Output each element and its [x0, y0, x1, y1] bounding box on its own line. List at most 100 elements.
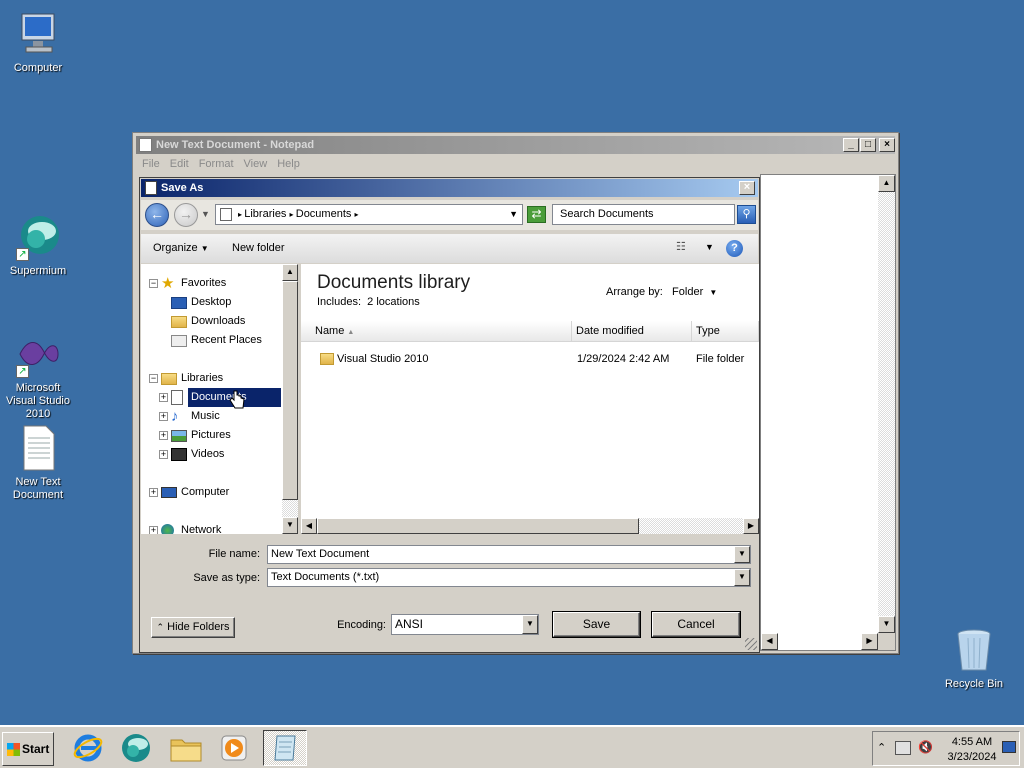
scroll-down-button[interactable]: ▼ — [878, 616, 895, 633]
scroll-up-button[interactable]: ▲ — [878, 175, 895, 192]
expand-icon[interactable]: + — [159, 431, 168, 440]
expand-icon[interactable]: + — [149, 526, 158, 534]
save-button[interactable]: Save — [553, 612, 640, 637]
scroll-up-button[interactable]: ▲ — [282, 264, 298, 281]
notepad-text-area[interactable]: ▲ ▼ ◀ ▶ — [760, 174, 896, 651]
encoding-select[interactable]: ANSI ▼ — [391, 614, 539, 635]
maximize-button[interactable]: □ — [860, 138, 876, 152]
new-folder-button[interactable]: New folder — [232, 242, 285, 254]
star-icon: ★ — [161, 275, 175, 292]
tree-item-downloads[interactable]: Downloads — [141, 312, 281, 331]
column-header-date-modified[interactable]: Date modified — [572, 321, 692, 342]
save-as-title-bar[interactable]: Save As × — [141, 179, 758, 197]
change-view-icon[interactable]: ☷ — [676, 242, 692, 254]
address-dropdown-icon[interactable]: ▼ — [509, 205, 518, 224]
refresh-icon[interactable]: ⇄ — [527, 206, 546, 223]
expand-icon[interactable]: + — [159, 393, 168, 402]
expand-icon[interactable]: + — [159, 450, 168, 459]
menu-format[interactable]: Format — [194, 156, 239, 174]
expand-icon[interactable]: + — [149, 488, 158, 497]
start-button[interactable]: Start — [2, 732, 54, 766]
library-includes[interactable]: Includes: 2 locations — [317, 296, 420, 308]
desktop-icon-computer[interactable]: Computer — [0, 10, 76, 75]
tree-item-pictures[interactable]: + Pictures — [141, 426, 281, 445]
address-bar[interactable]: ▸ Libraries ▸ Documents ▸ ▼ — [215, 204, 523, 225]
notepad-vertical-scrollbar[interactable]: ▲ ▼ — [878, 175, 895, 633]
view-options-dropdown-icon[interactable]: ▼ — [705, 242, 714, 252]
file-list-horizontal-scrollbar[interactable]: ◀ ▶ — [301, 518, 759, 534]
scroll-right-button[interactable]: ▶ — [743, 518, 759, 534]
menu-view[interactable]: View — [239, 156, 273, 174]
scroll-right-button[interactable]: ▶ — [861, 633, 878, 650]
volume-muted-icon[interactable]: 🔇 — [918, 740, 933, 754]
tree-item-network[interactable]: + Network — [141, 521, 281, 534]
search-icon[interactable]: ⚲ — [737, 205, 756, 224]
tree-item-computer[interactable]: + Computer — [141, 483, 281, 502]
back-button[interactable]: ← — [145, 203, 169, 227]
taskbar-internet-explorer[interactable] — [66, 730, 110, 766]
help-icon[interactable]: ? — [726, 240, 743, 257]
file-row[interactable]: Visual Studio 2010 1/29/2024 2:42 AM Fil… — [301, 349, 759, 369]
clock[interactable]: 4:55 AM 3/23/2024 — [945, 735, 999, 765]
menu-file[interactable]: File — [137, 156, 165, 174]
organize-button[interactable]: Organize ▼ — [153, 242, 209, 254]
collapse-icon[interactable]: − — [149, 374, 158, 383]
forward-button[interactable]: → — [174, 203, 198, 227]
taskbar-file-explorer[interactable] — [164, 730, 208, 766]
scroll-thumb[interactable] — [282, 281, 298, 500]
recent-pages-dropdown-icon[interactable]: ▼ — [201, 209, 210, 219]
scroll-down-button[interactable]: ▼ — [282, 517, 298, 534]
close-button[interactable]: × — [879, 138, 895, 152]
breadcrumb-separator-icon[interactable]: ▸ — [354, 210, 358, 219]
encoding-dropdown-icon[interactable]: ▼ — [522, 615, 538, 634]
tree-item-videos[interactable]: + Videos — [141, 445, 281, 464]
tree-item-documents[interactable]: + Documents — [141, 388, 281, 407]
tree-item-music[interactable]: + ♪ Music — [141, 407, 281, 426]
network-status-icon[interactable] — [895, 741, 911, 755]
breadcrumb-documents[interactable]: Documents — [296, 208, 352, 220]
minimize-button[interactable]: _ — [843, 138, 859, 152]
cancel-button[interactable]: Cancel — [652, 612, 740, 637]
file-name-dropdown-icon[interactable]: ▼ — [734, 546, 750, 563]
show-desktop-icon[interactable] — [1002, 741, 1016, 753]
arrange-dropdown-icon[interactable]: ▼ — [709, 288, 717, 297]
menu-edit[interactable]: Edit — [165, 156, 194, 174]
resize-grip[interactable] — [745, 638, 757, 650]
notepad-title-bar[interactable]: New Text Document - Notepad _ □ × — [136, 136, 895, 154]
search-input[interactable]: Search Documents — [552, 204, 735, 225]
tree-item-recent-places[interactable]: Recent Places — [141, 331, 281, 350]
close-button[interactable]: × — [739, 181, 755, 195]
column-header-type[interactable]: Type — [692, 321, 759, 342]
tree-item-desktop[interactable]: Desktop — [141, 293, 281, 312]
desktop-icon-recycle-bin[interactable]: Recycle Bin — [936, 626, 1012, 691]
scroll-left-button[interactable]: ◀ — [301, 518, 317, 534]
file-name-input[interactable]: New Text Document ▼ — [267, 545, 751, 564]
file-list-pane[interactable]: Documents library Includes: 2 locations … — [301, 264, 759, 534]
desktop-icon-visual-studio[interactable]: ↗ Microsoft Visual Studio 2010 — [0, 330, 76, 421]
taskbar-media-player[interactable] — [212, 730, 256, 766]
menu-help[interactable]: Help — [272, 156, 305, 174]
scroll-left-button[interactable]: ◀ — [761, 633, 778, 650]
arrange-by-value[interactable]: Folder — [672, 286, 703, 298]
resize-grip[interactable] — [878, 633, 895, 650]
desktop-icon-new-text-document[interactable]: New Text Document — [0, 424, 76, 502]
tree-item-libraries[interactable]: − Libraries — [141, 369, 281, 388]
navigation-pane[interactable]: − ★ Favorites Desktop Downloads Recent P… — [141, 264, 298, 534]
breadcrumb-libraries[interactable]: Libraries — [244, 208, 286, 220]
tree-item-favorites[interactable]: − ★ Favorites — [141, 274, 281, 293]
taskbar-supermium[interactable] — [114, 730, 158, 766]
locations-link[interactable]: 2 locations — [367, 296, 420, 308]
save-as-type-dropdown-icon[interactable]: ▼ — [734, 569, 750, 586]
scroll-thumb[interactable] — [317, 518, 639, 534]
save-as-type-select[interactable]: Text Documents (*.txt) ▼ — [267, 568, 751, 587]
save-as-dialog[interactable]: Save As × ← → ▼ ▸ Libraries ▸ Documents … — [139, 177, 760, 653]
taskbar-notepad[interactable] — [263, 730, 307, 766]
navigation-pane-scrollbar[interactable]: ▲ ▼ — [282, 264, 298, 534]
show-hidden-icons-icon[interactable]: ⌃ — [877, 741, 886, 754]
desktop-icon-supermium[interactable]: ↗ Supermium — [0, 213, 76, 278]
column-header-name[interactable]: Name ▲ — [301, 321, 572, 342]
arrange-by[interactable]: Arrange by: Folder ▼ — [606, 286, 717, 298]
expand-icon[interactable]: + — [159, 412, 168, 421]
collapse-icon[interactable]: − — [149, 279, 158, 288]
hide-folders-button[interactable]: ⌃ Hide Folders — [151, 617, 235, 638]
